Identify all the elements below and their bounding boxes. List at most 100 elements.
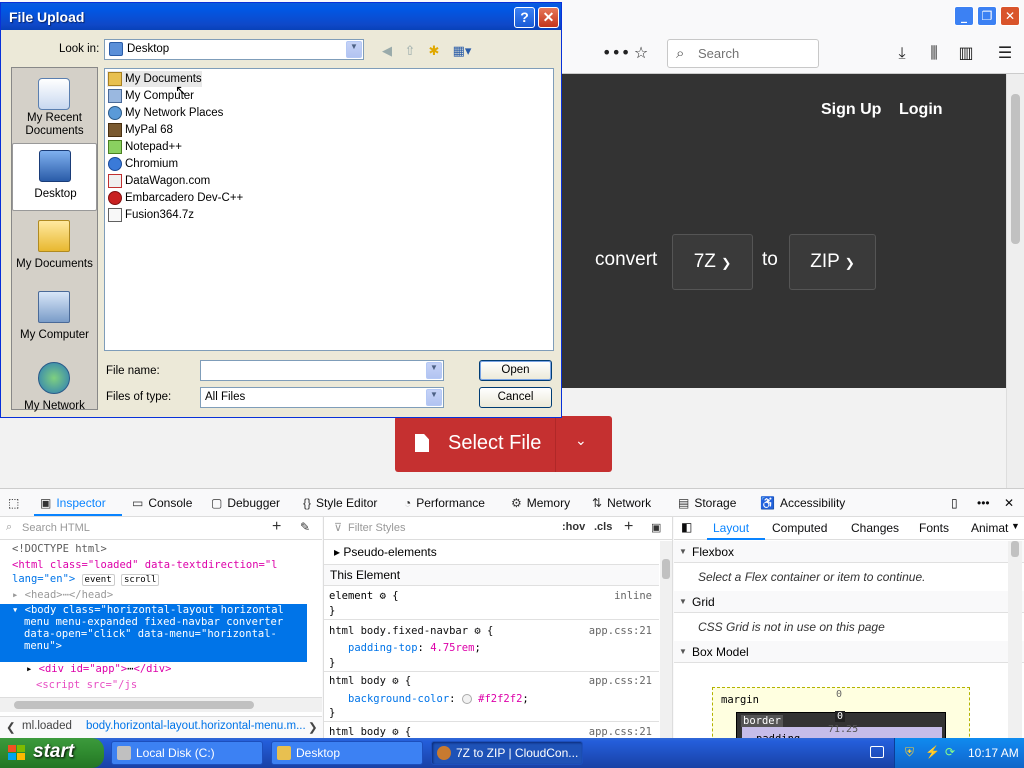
file-item[interactable]: MyPal 68 bbox=[107, 122, 173, 138]
pick-element-icon[interactable]: ⬚ bbox=[8, 496, 19, 510]
rule-source-link[interactable]: app.css:21 bbox=[589, 675, 652, 687]
cls-toggle[interactable]: .cls bbox=[594, 521, 612, 533]
tab-fonts[interactable]: Fonts bbox=[919, 521, 949, 535]
file-name-input[interactable]: ▼ bbox=[200, 360, 444, 381]
up-folder-icon[interactable]: ⇧ bbox=[401, 43, 419, 61]
chevron-down-icon[interactable]: ▼ bbox=[426, 362, 442, 379]
page-scrollbar[interactable] bbox=[1006, 74, 1024, 488]
look-in-dropdown[interactable]: Desktop ▼ bbox=[104, 39, 364, 60]
file-item[interactable]: DataWagon.com bbox=[107, 173, 210, 189]
rule-source-link[interactable]: app.css:21 bbox=[589, 726, 652, 738]
scroll-badge[interactable]: scroll bbox=[120, 574, 160, 586]
markup-body-selected[interactable]: ▾ <body class="horizontal-layout horizon… bbox=[0, 604, 307, 662]
breadcrumb-html[interactable]: ml.loaded bbox=[22, 720, 72, 732]
tab-animations[interactable]: Animat bbox=[971, 521, 1008, 535]
download-icon[interactable]: ⤓ bbox=[891, 42, 913, 64]
library-icon[interactable]: ⫼ bbox=[923, 42, 945, 64]
file-item[interactable]: Notepad++ bbox=[107, 139, 182, 155]
rule-1[interactable]: html body.fixed-navbar ⚙ { bbox=[329, 625, 493, 637]
rules-scrollbar[interactable] bbox=[660, 541, 672, 738]
restore-icon[interactable]: ❐ bbox=[977, 6, 997, 26]
open-button[interactable]: Open bbox=[479, 360, 552, 381]
tab-layout[interactable]: Layout bbox=[713, 521, 749, 535]
file-item[interactable]: Chromium bbox=[107, 156, 178, 172]
menu-icon[interactable]: ☰ bbox=[994, 42, 1016, 64]
rule-source-link[interactable]: app.css:21 bbox=[589, 625, 652, 637]
hov-toggle[interactable]: :hov bbox=[562, 521, 585, 533]
grid-section-header[interactable]: Grid bbox=[674, 591, 1024, 613]
browser-search-input[interactable]: ⌕ Search bbox=[667, 39, 819, 68]
tab-computed[interactable]: Computed bbox=[772, 521, 827, 535]
chevron-down-icon[interactable]: ▼ bbox=[1011, 521, 1020, 531]
markup-html-line2[interactable]: lang="en"> event scroll bbox=[12, 573, 160, 586]
dock-icon[interactable]: ▯ bbox=[951, 496, 958, 510]
task-browser[interactable]: 7Z to ZIP | CloudCon... bbox=[431, 741, 583, 765]
help-button[interactable]: ? bbox=[514, 7, 535, 28]
sync-icon[interactable]: ⟳ bbox=[945, 745, 955, 759]
tab-storage[interactable]: ▤ Storage bbox=[678, 496, 736, 510]
margin-top-value[interactable]: 0 bbox=[836, 689, 842, 700]
markup-div-app[interactable]: ▸ <div id="app">⋯</div> bbox=[26, 663, 171, 675]
scrollbar-thumb[interactable] bbox=[1011, 541, 1019, 557]
markup-html[interactable]: <html class="loaded" data-textdirection=… bbox=[12, 559, 278, 571]
login-link[interactable]: Login bbox=[899, 101, 943, 119]
chevron-down-icon[interactable]: ▼ bbox=[426, 389, 442, 406]
close-icon[interactable]: ✕ bbox=[1000, 6, 1020, 26]
markup-head[interactable]: ▸ <head>⋯</head> bbox=[12, 589, 113, 601]
file-item[interactable]: My Documents bbox=[107, 71, 202, 87]
minimize-icon[interactable]: _ bbox=[954, 6, 974, 26]
flexbox-section-header[interactable]: Flexbox bbox=[674, 541, 1024, 563]
more-icon[interactable]: ••• bbox=[602, 42, 630, 64]
network-icon[interactable]: ⚡ bbox=[925, 745, 940, 759]
layout-scrollbar[interactable] bbox=[1008, 541, 1022, 738]
dialog-titlebar[interactable]: File Upload ? ✕ bbox=[1, 3, 561, 30]
toggle-sidebar-icon[interactable]: ◧ bbox=[681, 520, 692, 534]
add-rule-icon[interactable]: + bbox=[624, 518, 633, 536]
markup-script[interactable]: <script src="/js bbox=[36, 679, 137, 691]
rule-1-decl[interactable]: padding-top: 4.75rem; bbox=[348, 642, 481, 654]
event-badge[interactable]: event bbox=[81, 574, 115, 586]
tab-debugger[interactable]: ▢ Debugger bbox=[211, 496, 280, 510]
rule-element[interactable]: element ⚙ { bbox=[329, 590, 399, 602]
scrollbar-thumb[interactable] bbox=[1011, 94, 1020, 244]
task-desktop[interactable]: Desktop bbox=[271, 741, 423, 765]
dialog-close-button[interactable]: ✕ bbox=[538, 7, 559, 28]
color-swatch[interactable] bbox=[461, 694, 472, 704]
search-html-input[interactable]: Search HTML bbox=[22, 522, 90, 534]
markup-hscrollbar[interactable] bbox=[0, 697, 322, 712]
to-format-dropdown[interactable]: ZIP ❯ bbox=[789, 234, 876, 290]
close-devtools-icon[interactable]: ✕ bbox=[1004, 496, 1014, 510]
file-item[interactable]: Fusion364.7z bbox=[107, 207, 194, 223]
breadcrumb-next-icon[interactable]: ❯ bbox=[308, 720, 318, 734]
place-my-computer[interactable]: My Computer bbox=[12, 285, 97, 353]
tab-changes[interactable]: Changes bbox=[851, 521, 899, 535]
file-item[interactable]: Embarcadero Dev-C++ bbox=[107, 190, 243, 206]
keyboard-icon[interactable] bbox=[870, 746, 884, 758]
tab-memory[interactable]: ⚙ Memory bbox=[511, 496, 570, 510]
border-top-value[interactable]: 0 bbox=[835, 711, 846, 722]
breadcrumb-body[interactable]: body.horizontal-layout.horizontal-menu.m… bbox=[86, 720, 306, 732]
view-menu-icon[interactable]: ▦▾ bbox=[450, 43, 474, 61]
place-recent-documents[interactable]: My Recent Documents bbox=[12, 72, 97, 140]
bookmark-star-icon[interactable]: ☆ bbox=[630, 42, 652, 64]
scrollbar-thumb[interactable] bbox=[14, 701, 254, 709]
from-format-dropdown[interactable]: 7Z ❯ bbox=[672, 234, 753, 290]
shield-icon[interactable]: ⛨ bbox=[905, 745, 914, 760]
add-node-icon[interactable]: + bbox=[272, 518, 281, 536]
sidebar-icon[interactable]: ▥ bbox=[955, 42, 977, 64]
signup-link[interactable]: Sign Up bbox=[821, 101, 881, 119]
file-item[interactable]: My Network Places bbox=[107, 105, 223, 121]
place-my-documents[interactable]: My Documents bbox=[12, 214, 97, 282]
select-file-button[interactable]: Select File ⌄ bbox=[395, 416, 612, 472]
markup-doctype[interactable]: <!DOCTYPE html> bbox=[12, 543, 107, 555]
cancel-button[interactable]: Cancel bbox=[479, 387, 552, 408]
print-icon[interactable]: ▣ bbox=[651, 521, 661, 534]
box-model-padding[interactable]: padding 71.25 bbox=[742, 724, 942, 738]
scrollbar-thumb[interactable] bbox=[662, 559, 670, 579]
task-local-disk[interactable]: Local Disk (C:) bbox=[111, 741, 263, 765]
tab-inspector[interactable]: ▣ Inspector bbox=[40, 496, 106, 510]
filter-styles-input[interactable]: Filter Styles bbox=[348, 522, 405, 534]
padding-top-value[interactable]: 71.25 bbox=[828, 724, 858, 735]
chevron-down-icon[interactable]: ⌄ bbox=[575, 432, 587, 449]
box-model-section-header[interactable]: Box Model bbox=[674, 641, 1024, 663]
